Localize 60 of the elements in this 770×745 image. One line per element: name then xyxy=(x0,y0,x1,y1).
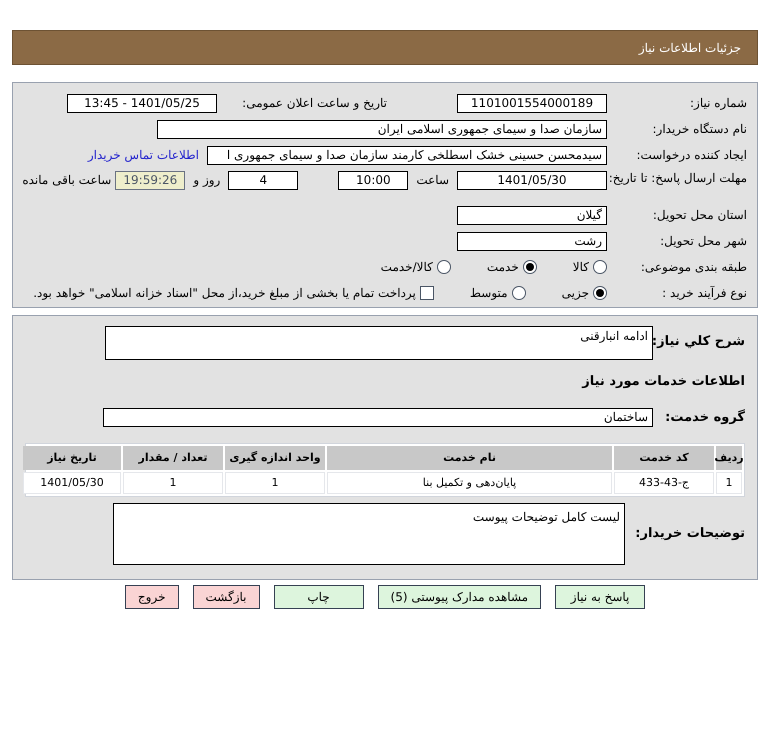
field-label: توضیحات خریدار: xyxy=(634,525,745,544)
radio-label: کالا/خدمت xyxy=(380,259,433,276)
radio-label: خدمت xyxy=(486,259,519,276)
time-label: ساعت xyxy=(416,172,449,189)
table-cell: 1401/05/30 xyxy=(23,472,121,494)
value-field: 1101001554000189 xyxy=(457,94,607,112)
page-title: جزئیات اطلاعات نیاز xyxy=(638,40,741,56)
radio-button[interactable] xyxy=(512,286,526,300)
remaining-time: 19:59:26 xyxy=(115,171,186,190)
table-cell: ج-43-433 xyxy=(614,472,714,494)
field-label: ایجاد کننده درخواست: xyxy=(635,147,747,164)
value-field: ساختمان xyxy=(103,408,653,427)
action-button[interactable]: خروج xyxy=(124,585,178,609)
buyer-contact-link[interactable]: اطلاعات تماس خریدار xyxy=(88,146,199,164)
summary-field: ادامه انبارقنی xyxy=(105,326,653,360)
radio-button[interactable] xyxy=(593,286,607,300)
field-label: استان محل تحویل: xyxy=(652,207,747,224)
field-label: طبقه بندی موضوعی: xyxy=(640,259,747,276)
payment-note: پرداخت تمام یا بخشی از مبلغ خرید،از محل "اسناد خزانه اسلامی" خواهد بود. xyxy=(33,285,416,302)
action-button[interactable]: مشاهده مدارک پیوستی (5) xyxy=(378,585,542,609)
table-cell: 1 xyxy=(123,472,223,494)
field-label: نام دستگاه خریدار: xyxy=(652,121,747,138)
remaining-label: ساعت باقی مانده xyxy=(22,172,112,189)
column-header: نام خدمت xyxy=(327,446,612,470)
radio-button[interactable] xyxy=(522,260,537,274)
field-label: شرح کلي نياز: xyxy=(653,333,745,351)
column-header: کد خدمت xyxy=(614,446,714,470)
field-label: گروه خدمت: xyxy=(664,408,745,426)
column-header: تاریخ نیاز xyxy=(23,446,121,470)
radio-button[interactable] xyxy=(436,260,451,274)
value-field: 4 xyxy=(228,171,298,190)
table-cell: 1 xyxy=(225,472,325,494)
action-button[interactable]: بازگشت xyxy=(192,585,260,609)
field-label: تاریخ و ساعت اعلان عمومی: xyxy=(241,95,387,112)
radio-button[interactable] xyxy=(593,260,607,274)
value-field: گیلان xyxy=(457,206,607,224)
column-header: تعداد / مقدار xyxy=(123,446,223,470)
table-cell: 1 xyxy=(716,472,742,494)
field-label: شهر محل تحویل: xyxy=(659,233,747,250)
radio-label: متوسط xyxy=(470,285,508,302)
value-field: سیدمحسن حسینی خشک اسطلخی کارمند سازمان صدا و سیمای جمهوری ا xyxy=(207,146,607,164)
value-field: 1401/05/25 - 13:45 xyxy=(67,94,217,112)
checkbox[interactable] xyxy=(420,286,434,300)
column-header: واحد اندازه گیری xyxy=(225,446,325,470)
value-field: سازمان صدا و سیمای جمهوری اسلامی ایران xyxy=(157,120,607,138)
action-button[interactable]: پاسخ به نیاز xyxy=(555,585,646,609)
buyer-notes-field: لیست کامل توضیحات پیوست xyxy=(113,503,625,565)
value-field: 10:00 xyxy=(338,171,408,190)
field-label: مهلت ارسال پاسخ: تا تاریخ: xyxy=(608,171,747,185)
field-label: نوع فرآیند خرید : xyxy=(661,285,747,302)
radio-label: جزیی xyxy=(562,285,589,302)
radio-label: کالا xyxy=(572,259,589,276)
field-label: شماره نیاز: xyxy=(689,95,747,112)
action-button[interactable]: چاپ xyxy=(274,585,364,609)
column-header: رديف xyxy=(716,446,742,470)
value-field: 1401/05/30 xyxy=(457,171,607,190)
value-field: رشت xyxy=(457,232,607,250)
section-title: اطلاعات خدمات مورد نياز xyxy=(580,373,745,391)
days-label: روز و xyxy=(193,172,220,189)
table-cell: پایان‌دهی و تکمیل بنا xyxy=(327,472,612,494)
